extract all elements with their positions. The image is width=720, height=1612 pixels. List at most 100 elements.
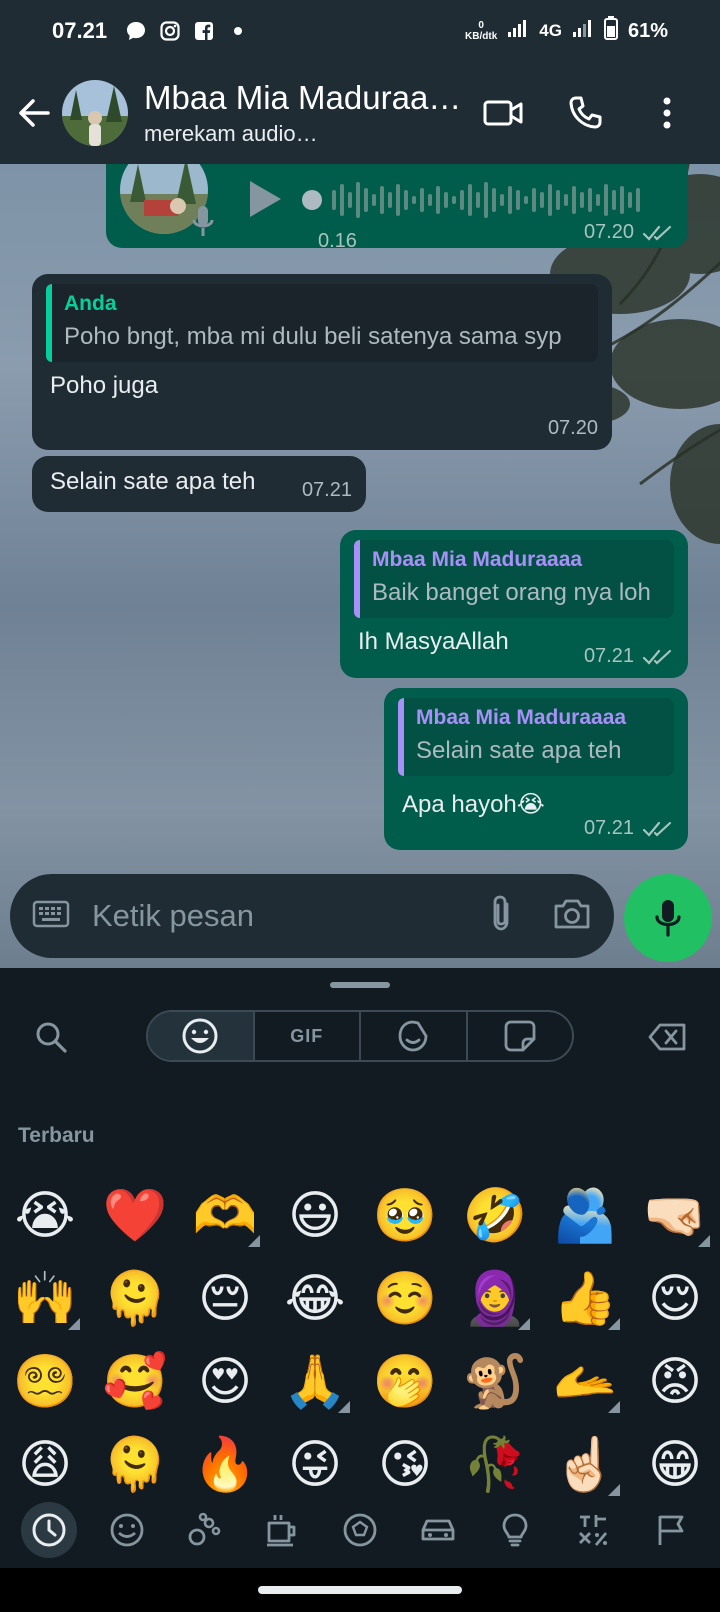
quoted-message[interactable]: Anda Poho bngt, mba mi dulu beli satenya… <box>46 284 598 362</box>
emoji-search-button[interactable] <box>34 1020 68 1059</box>
cup-icon <box>267 1515 296 1547</box>
message-time: 07.20 <box>583 221 634 243</box>
emoji-key[interactable]: 🫠 <box>90 1257 180 1340</box>
quoted-message[interactable]: Mbaa Mia Maduraaaa Selain sate apa teh <box>398 698 674 776</box>
emoji-type-tabs: GIF <box>146 1010 574 1062</box>
outgoing-message[interactable]: Mbaa Mia Maduraaaa Baik banget orang nya… <box>340 530 688 678</box>
battery-level: 61% <box>627 19 668 42</box>
quote-text: Selain sate apa teh <box>416 737 622 764</box>
keyboard-toggle-button[interactable] <box>32 900 70 933</box>
emoji-key[interactable]: 🧕 <box>450 1257 540 1340</box>
emoji-grid: 😭 ❤️ 🫶 😃 🥹 🤣 🫂 🤜🏻 🙌 🫠 😔 😂 ☺️ 🧕 👍 😌 😵‍💫 🥰 😍 🙏 🤭 🐒 🫴 😡 😩 🫠 🔥 😜 😘 🥀 ☝🏻 😁 <box>0 1174 720 1506</box>
category-symbols[interactable] <box>565 1502 621 1558</box>
voice-message-bubble[interactable]: 0.16 07.20 <box>106 164 688 252</box>
emoji-key[interactable]: 😃 <box>270 1174 360 1257</box>
chat-header: Mbaa Mia Maduraa… merekam audio… <box>0 62 720 164</box>
quote-author: Mbaa Mia Maduraaaa <box>372 548 583 571</box>
voice-duration: 0.16 <box>318 230 357 252</box>
emoji-key[interactable]: 🫂 <box>540 1174 630 1257</box>
contact-avatar[interactable] <box>62 80 128 146</box>
audio-waveform[interactable] <box>302 178 654 222</box>
emoji-key[interactable]: 🥹 <box>360 1174 450 1257</box>
gif-label: GIF <box>290 1025 324 1046</box>
signal-2-icon <box>572 18 594 44</box>
voice-record-button[interactable] <box>624 874 712 962</box>
message-time: 07.21 <box>583 817 634 839</box>
symbols-icon <box>579 1515 608 1546</box>
incoming-message[interactable]: Anda Poho bngt, mba mi dulu beli satenya… <box>32 274 612 450</box>
tab-emoji[interactable] <box>148 1012 255 1060</box>
emoji-key[interactable]: 🫴 <box>540 1340 630 1423</box>
emoji-key[interactable]: 🤭 <box>360 1340 450 1423</box>
more-options-button[interactable] <box>644 90 690 136</box>
emoji-key[interactable]: 🙌 <box>0 1257 90 1340</box>
tab-avatar[interactable] <box>361 1012 468 1060</box>
car-icon <box>421 1519 455 1541</box>
message-time: 07.21 <box>301 479 352 501</box>
incoming-message[interactable]: Selain sate apa teh 07.21 <box>32 456 366 512</box>
play-button[interactable] <box>246 178 284 225</box>
emoji-key[interactable]: 🙏 <box>270 1340 360 1423</box>
quoted-message[interactable]: Mbaa Mia Maduraaaa Baik banget orang nya… <box>354 540 674 618</box>
emoji-key[interactable]: 🐒 <box>450 1340 540 1423</box>
emoji-key[interactable]: 😡 <box>630 1340 720 1423</box>
emoji-key[interactable]: 😂 <box>270 1257 360 1340</box>
kebab-menu-icon <box>663 97 671 129</box>
emoji-key[interactable]: 😍 <box>180 1340 270 1423</box>
notification-dot-icon <box>227 20 249 42</box>
category-travel[interactable] <box>410 1502 466 1558</box>
category-flags[interactable] <box>643 1502 699 1558</box>
video-call-button[interactable] <box>480 90 526 136</box>
double-check-icon <box>642 225 672 241</box>
phone-icon <box>569 96 602 129</box>
panel-drag-handle[interactable] <box>330 982 390 988</box>
emoji-key[interactable]: 🫶 <box>180 1174 270 1257</box>
network-type: 4G <box>539 21 562 40</box>
section-title: Terbaru <box>18 1124 95 1147</box>
category-animals[interactable] <box>176 1502 232 1558</box>
emoji-key[interactable]: 🥰 <box>90 1340 180 1423</box>
emoji-key[interactable]: 🤣 <box>450 1174 540 1257</box>
emoji-key[interactable]: 🤜🏻 <box>630 1174 720 1257</box>
lightbulb-icon <box>503 1513 528 1547</box>
avatar-photo <box>62 80 128 146</box>
message-composer[interactable]: Ketik pesan <box>10 874 614 958</box>
network-speed: 0 KB/dtk <box>465 20 498 42</box>
camera-button[interactable] <box>552 897 592 936</box>
message-input[interactable]: Ketik pesan <box>92 898 254 934</box>
chat-area[interactable]: 0.16 07.20 Anda Poho bngt, mba mi dulu b… <box>0 164 720 968</box>
emoji-key[interactable]: ☺️ <box>360 1257 450 1340</box>
tab-stickers[interactable] <box>468 1012 573 1060</box>
category-recent[interactable] <box>20 1502 77 1558</box>
quote-author: Mbaa Mia Maduraaaa <box>416 706 627 729</box>
backspace-button[interactable] <box>648 1022 688 1057</box>
smiley-icon <box>182 1018 218 1054</box>
play-icon <box>250 181 281 217</box>
battery-icon <box>603 16 618 46</box>
system-nav-bar <box>0 1568 720 1612</box>
message-text: Poho juga <box>50 372 159 399</box>
emoji-key[interactable]: 😭 <box>0 1174 90 1257</box>
microphone-icon <box>655 900 681 937</box>
category-smileys[interactable] <box>99 1502 155 1558</box>
tab-gif[interactable]: GIF <box>255 1012 361 1060</box>
clock-icon <box>32 1513 66 1547</box>
status-time: 07.21 <box>52 18 108 43</box>
home-gesture-bar[interactable] <box>258 1586 462 1594</box>
backspace-icon <box>648 1023 686 1051</box>
voice-call-button[interactable] <box>562 90 608 136</box>
contact-name[interactable]: Mbaa Mia Maduraa… <box>144 79 464 117</box>
outgoing-message[interactable]: Mbaa Mia Maduraaaa Selain sate apa teh A… <box>384 688 688 850</box>
emoji-key[interactable]: 👍 <box>540 1257 630 1340</box>
emoji-key[interactable]: 😔 <box>180 1257 270 1340</box>
flag-icon <box>658 1515 684 1545</box>
emoji-key[interactable]: ❤️ <box>90 1174 180 1257</box>
emoji-key[interactable]: 😵‍💫 <box>0 1340 90 1423</box>
attach-button[interactable] <box>488 894 514 939</box>
category-objects[interactable] <box>487 1502 543 1558</box>
back-button[interactable] <box>6 85 62 141</box>
emoji-key[interactable]: 😌 <box>630 1257 720 1340</box>
category-food[interactable] <box>254 1502 310 1558</box>
category-activities[interactable] <box>332 1502 388 1558</box>
quote-text: Baik banget orang nya loh <box>372 579 651 606</box>
